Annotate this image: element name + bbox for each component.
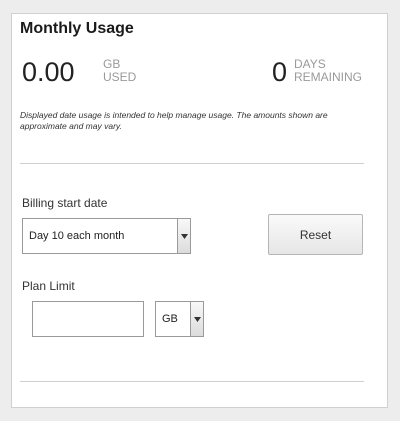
page-background: Monthly Usage 0.00 GB USED 0 DAYS REMAIN… — [0, 0, 400, 421]
billing-start-label: Billing start date — [22, 196, 108, 210]
gb-used-value: 0.00 — [22, 57, 75, 87]
plan-unit-select[interactable]: GB — [155, 301, 204, 337]
usage-disclaimer: Displayed date usage is intended to help… — [20, 110, 328, 132]
plan-limit-label: Plan Limit — [22, 279, 75, 293]
divider-top — [20, 163, 364, 164]
days-remaining-value: 0 — [272, 57, 288, 87]
plan-unit-value: GB — [162, 313, 178, 325]
days-unit-label: DAYS — [294, 57, 326, 71]
billing-start-select[interactable]: Day 10 each month — [22, 218, 191, 254]
remaining-label: REMAINING — [294, 70, 363, 84]
used-label: USED — [103, 70, 137, 84]
panel-title: Monthly Usage — [20, 20, 134, 37]
billing-start-value: Day 10 each month — [29, 230, 125, 242]
chevron-down-icon[interactable] — [190, 302, 203, 336]
chevron-down-icon[interactable] — [177, 219, 190, 253]
gb-unit-label: GB — [103, 57, 121, 71]
reset-button[interactable]: Reset — [268, 214, 363, 255]
plan-limit-input[interactable] — [32, 301, 144, 337]
divider-bottom — [20, 381, 364, 382]
